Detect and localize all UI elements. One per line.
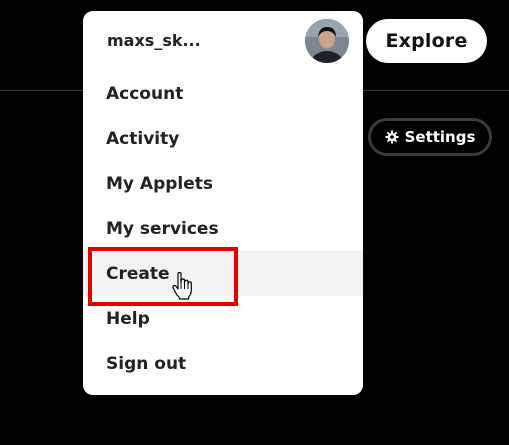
menu-item-label: Activity bbox=[106, 128, 180, 149]
menu-item-label: My services bbox=[106, 218, 219, 239]
menu-item-label: Sign out bbox=[106, 353, 187, 374]
menu-item-label: Account bbox=[106, 83, 184, 104]
menu-item-label: Help bbox=[106, 308, 150, 329]
menu-item-help[interactable]: Help bbox=[83, 296, 363, 341]
gear-icon bbox=[385, 130, 399, 144]
menu-item-sign-out[interactable]: Sign out bbox=[83, 341, 363, 386]
menu-item-my-services[interactable]: My services bbox=[83, 206, 363, 251]
settings-button-label: Settings bbox=[404, 128, 476, 146]
menu-item-my-applets[interactable]: My Applets bbox=[83, 161, 363, 206]
menu-item-activity[interactable]: Activity bbox=[83, 116, 363, 161]
menu-item-account[interactable]: Account bbox=[83, 71, 363, 116]
user-menu-header: maxs_sk... bbox=[83, 11, 363, 73]
menu-item-label: My Applets bbox=[106, 173, 214, 194]
username: maxs_sk... bbox=[107, 31, 201, 50]
avatar[interactable] bbox=[305, 19, 349, 63]
user-menu-dropdown: maxs_sk... Account Activity My Applets M… bbox=[83, 11, 363, 395]
explore-button[interactable]: Explore bbox=[366, 19, 487, 63]
menu-item-create[interactable]: Create bbox=[83, 251, 363, 296]
settings-button[interactable]: Settings bbox=[368, 118, 492, 156]
menu-item-label: Create bbox=[106, 263, 170, 284]
explore-button-label: Explore bbox=[385, 30, 468, 52]
hand-pointer-icon bbox=[172, 271, 194, 300]
